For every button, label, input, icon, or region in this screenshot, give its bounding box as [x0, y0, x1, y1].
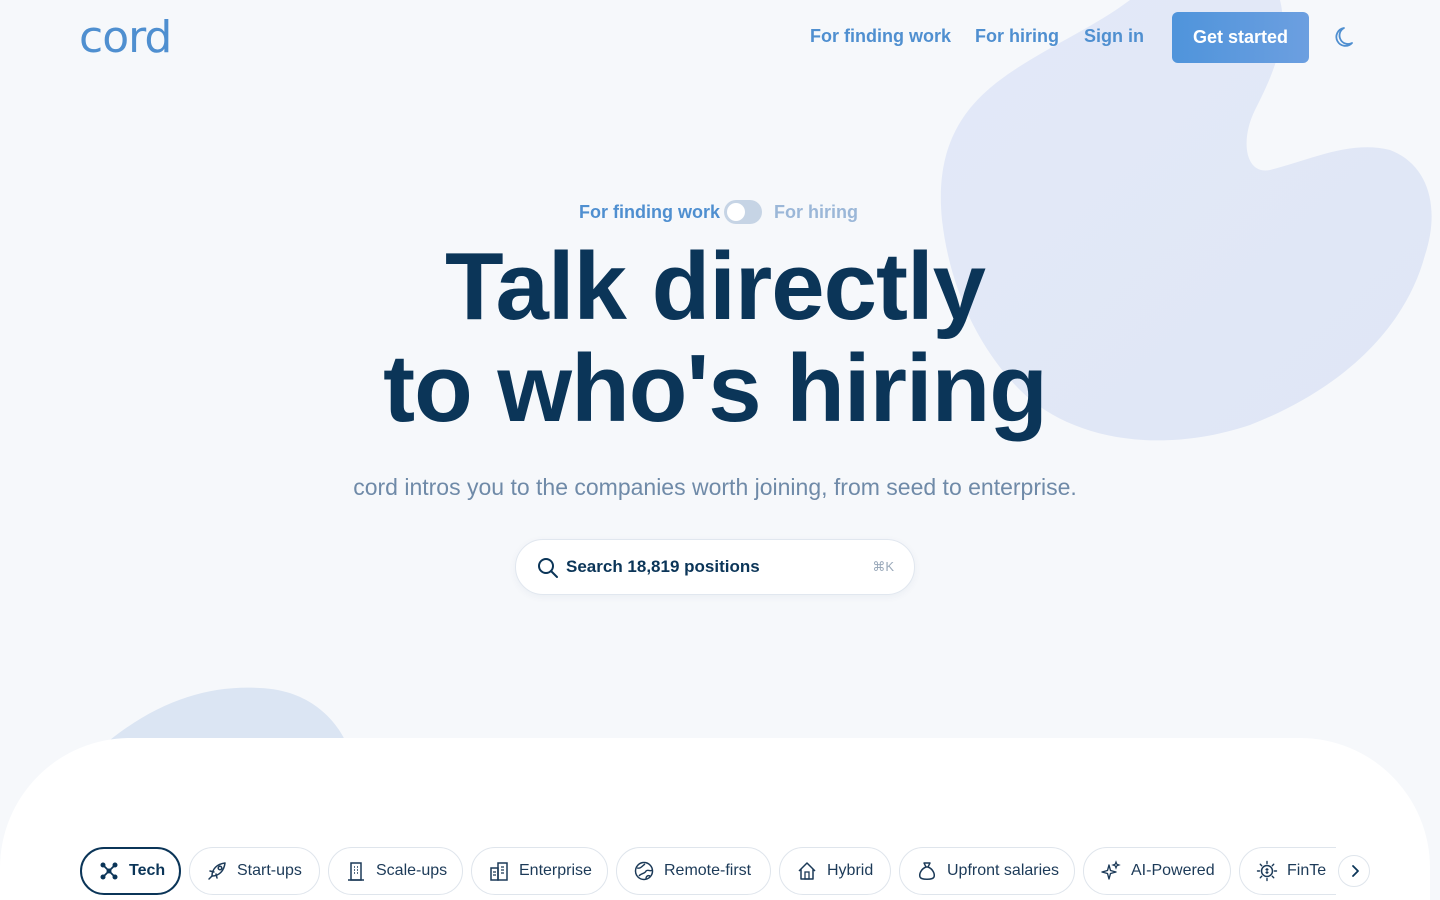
chip-hybrid[interactable]: Hybrid: [779, 847, 891, 895]
get-started-button[interactable]: Get started: [1172, 12, 1309, 63]
globe-icon: [634, 861, 654, 881]
chip-label: Enterprise: [519, 862, 592, 879]
hero-subline: cord intros you to the companies worth j…: [353, 474, 1077, 500]
cord-logo[interactable]: cord: [79, 12, 172, 63]
chip-label: Scale-ups: [376, 862, 448, 879]
chip-fintech[interactable]: FinTe: [1239, 847, 1336, 895]
chip-label: AI-Powered: [1131, 862, 1215, 879]
headline-line-1: Talk directly: [444, 233, 986, 340]
search-icon: [538, 558, 558, 578]
audience-toggle: For finding work For hiring: [0, 198, 1430, 226]
scroll-categories-right-button[interactable]: [1338, 855, 1370, 887]
chip-remote-first[interactable]: Remote-first: [616, 847, 771, 895]
house-icon: [798, 862, 816, 880]
chip-start-ups[interactable]: Start-ups: [189, 847, 320, 895]
chip-label: Remote-first: [664, 862, 752, 879]
hero-headline: Talk directly to who's hiring: [0, 236, 1430, 440]
nav-sign-in[interactable]: Sign in: [1084, 26, 1144, 47]
chip-label: Hybrid: [827, 862, 874, 879]
sparkle-icon: [1101, 860, 1121, 880]
search-placeholder: Search 18,819 positions: [566, 557, 760, 576]
moon-icon[interactable]: [1332, 24, 1360, 52]
network-icon: [100, 862, 118, 880]
coin-icon: [1256, 860, 1278, 882]
chip-label: Tech: [129, 862, 166, 879]
top-navigation: cord For finding work For hiring Sign in…: [0, 0, 1440, 76]
chip-label: FinTe: [1287, 862, 1327, 879]
audience-toggle-switch[interactable]: [724, 200, 762, 224]
toggle-knob: [727, 203, 745, 221]
money-bag-icon: [919, 862, 935, 880]
chip-enterprise[interactable]: Enterprise: [471, 847, 608, 895]
office-icon: [490, 862, 508, 881]
rocket-icon: [208, 862, 226, 880]
building-icon: [348, 862, 364, 881]
nav-for-finding-work[interactable]: For finding work: [810, 26, 951, 47]
nav-for-hiring[interactable]: For hiring: [975, 26, 1059, 47]
chip-ai-powered[interactable]: AI-Powered: [1083, 847, 1231, 895]
chip-label: Start-ups: [237, 862, 302, 879]
toggle-label-hiring[interactable]: For hiring: [774, 202, 858, 223]
chip-scale-ups[interactable]: Scale-ups: [328, 847, 463, 895]
category-chips: Tech Start-ups Scale-ups Enterprise Remo…: [80, 846, 1336, 896]
search-positions-input[interactable]: Search 18,819 positions ⌘K: [515, 539, 915, 595]
chip-tech[interactable]: Tech: [80, 847, 181, 895]
headline-line-2: to who's hiring: [383, 335, 1048, 442]
chip-label: Upfront salaries: [947, 862, 1060, 879]
chip-upfront-salaries[interactable]: Upfront salaries: [899, 847, 1075, 895]
toggle-label-finding-work[interactable]: For finding work: [579, 202, 720, 223]
keyboard-shortcut: ⌘K: [872, 559, 894, 574]
chevron-right-icon: [1352, 865, 1359, 877]
